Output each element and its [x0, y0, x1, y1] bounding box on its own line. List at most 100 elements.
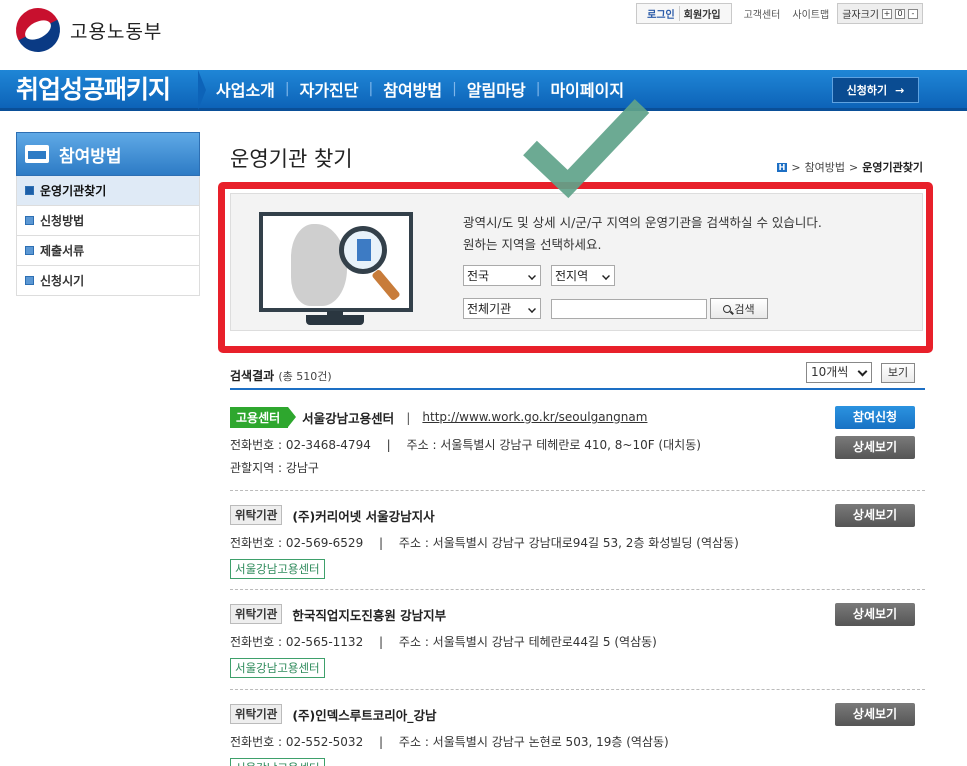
- sub-nav-item-documents[interactable]: 제출서류: [16, 236, 200, 266]
- result-item: 위탁기관 (주)인덱스루트코리아_강남 전화번호 : 02-552-5032 |…: [230, 703, 925, 766]
- sub-nav-title: 참여방법: [16, 132, 200, 176]
- chevron-down-icon: [857, 366, 868, 377]
- sitemap-link[interactable]: 사이트맵: [792, 6, 829, 21]
- sub-nav-item-label: 제출서류: [40, 244, 85, 258]
- ministry-logo[interactable]: 고용노동부: [8, 0, 163, 60]
- home-icon[interactable]: H: [776, 162, 788, 172]
- org-phone: 전화번호 : 02-565-1132: [230, 635, 364, 649]
- sub-nav: 참여방법 운영기관찾기 신청방법 제출서류 신청시기: [16, 132, 200, 296]
- detail-button[interactable]: 상세보기: [835, 703, 915, 726]
- divider: |: [406, 409, 411, 425]
- breadcrumb: H > 참여방법 > 운영기관찾기: [776, 159, 923, 175]
- breadcrumb-current: 운영기관찾기: [862, 161, 923, 174]
- arrow-right-icon: →: [895, 83, 905, 97]
- divider: |: [379, 735, 384, 749]
- org-name[interactable]: 한국직업지도진흥원 강남지부: [292, 605, 446, 624]
- member-box: 로그인 회원가입: [636, 3, 732, 24]
- results-header: 검색결과 (총 510건) 10개씩 보기: [230, 362, 925, 390]
- bullet-icon: [25, 276, 34, 285]
- font-minus-button[interactable]: -: [908, 8, 918, 19]
- sub-nav-item-how-to-apply[interactable]: 신청방법: [16, 206, 200, 236]
- org-phone: 전화번호 : 02-3468-4794: [230, 438, 371, 452]
- jobcenter-tag[interactable]: 서울강남고용센터: [230, 658, 325, 678]
- folder-icon: [25, 145, 49, 163]
- font-size-label: 글자크기: [842, 10, 879, 21]
- detail-button[interactable]: 상세보기: [835, 436, 915, 459]
- org-name[interactable]: 서울강남고용센터: [302, 408, 394, 427]
- result-title-row: 위탁기관 (주)커리어넷 서울강남지사: [230, 504, 925, 526]
- result-divider: [230, 589, 925, 590]
- org-url-link[interactable]: http://www.work.go.kr/seoulgangnam: [422, 410, 647, 424]
- page: 고용노동부 로그인 회원가입 고객센터 사이트맵 글자크기 + 0 - 취업성공…: [0, 0, 967, 766]
- result-item: 위탁기관 한국직업지도진흥원 강남지부 전화번호 : 02-565-1132 |…: [230, 603, 925, 678]
- utility-menu: 로그인 회원가입 고객센터 사이트맵 글자크기 + 0 -: [636, 3, 923, 24]
- menu-item-how-to-join[interactable]: 참여방법: [373, 77, 452, 101]
- breadcrumb-separator: >: [791, 160, 801, 174]
- result-title-row: 위탁기관 한국직업지도진흥원 강남지부: [230, 603, 925, 625]
- sub-nav-item-apply-period[interactable]: 신청시기: [16, 266, 200, 296]
- menu-item-self-check[interactable]: 자가진단: [290, 77, 369, 101]
- font-plus-button[interactable]: +: [882, 8, 892, 19]
- org-phone: 전화번호 : 02-552-5032: [230, 735, 364, 749]
- result-divider: [230, 490, 925, 491]
- login-link[interactable]: 로그인: [643, 6, 680, 21]
- view-button[interactable]: 보기: [881, 363, 915, 383]
- result-item: 고용센터 서울강남고용센터 | http://www.work.go.kr/se…: [230, 406, 925, 476]
- org-type-badge: 위탁기관: [230, 604, 283, 624]
- sub-nav-item-label: 신청방법: [40, 214, 85, 228]
- sub-nav-item-label: 신청시기: [40, 274, 85, 288]
- ministry-name: 고용노동부: [70, 20, 163, 43]
- org-type-badge: 위탁기관: [230, 505, 283, 525]
- customer-center-link[interactable]: 고객센터: [744, 6, 781, 21]
- org-address: 주소 : 서울특별시 강남구 테헤란로 410, 8~10F (대치동): [406, 438, 701, 452]
- divider: |: [379, 635, 384, 649]
- org-contact: 전화번호 : 02-3468-4794 | 주소 : 서울특별시 강남구 테헤란…: [230, 436, 925, 453]
- org-type-badge: 위탁기관: [230, 704, 283, 724]
- org-name[interactable]: (주)인덱스루트코리아_강남: [292, 705, 436, 724]
- result-item: 위탁기관 (주)커리어넷 서울강남지사 전화번호 : 02-569-6529 |…: [230, 504, 925, 579]
- page-title: 운영기관 찾기: [230, 147, 353, 171]
- org-address: 주소 : 서울특별시 강남구 테헤란로44길 5 (역삼동): [398, 635, 657, 649]
- org-contact: 전화번호 : 02-569-6529 | 주소 : 서울특별시 강남구 강남대로…: [230, 534, 925, 551]
- brand-title[interactable]: 취업성공패키지: [0, 70, 206, 110]
- result-divider: [230, 689, 925, 690]
- menu-item-about[interactable]: 사업소개: [206, 77, 285, 101]
- sub-nav-title-text: 참여방법: [59, 146, 122, 167]
- org-jurisdiction: 관할지역 : 강남구: [230, 461, 319, 475]
- jobcenter-tag[interactable]: 서울강남고용센터: [230, 758, 325, 766]
- org-contact: 전화번호 : 02-565-1132 | 주소 : 서울특별시 강남구 테헤란로…: [230, 633, 925, 650]
- per-page-value: 10개씩: [811, 365, 849, 379]
- per-page-select[interactable]: 10개씩: [806, 362, 872, 383]
- bullet-icon: [25, 186, 34, 195]
- result-title-row: 고용센터 서울강남고용센터 | http://www.work.go.kr/se…: [230, 406, 925, 428]
- taegeuk-emblem-icon: [8, 0, 68, 60]
- jobcenter-tag[interactable]: 서울강남고용센터: [230, 559, 325, 579]
- breadcrumb-parent[interactable]: 참여방법: [805, 159, 845, 175]
- divider: |: [386, 438, 391, 452]
- divider: |: [379, 536, 384, 550]
- apply-button[interactable]: 신청하기 →: [832, 77, 919, 103]
- result-title-row: 위탁기관 (주)인덱스루트코리아_강남: [230, 703, 925, 725]
- org-address: 주소 : 서울특별시 강남구 강남대로94길 53, 2층 화성빌딩 (역삼동): [398, 536, 739, 550]
- apply-participation-button[interactable]: 참여신청: [835, 406, 915, 429]
- detail-button[interactable]: 상세보기: [835, 603, 915, 626]
- apply-button-label: 신청하기: [846, 84, 888, 97]
- org-name[interactable]: (주)커리어넷 서울강남지사: [292, 506, 434, 525]
- bullet-icon: [25, 216, 34, 225]
- bullet-icon: [25, 246, 34, 255]
- font-reset-button[interactable]: 0: [895, 8, 905, 19]
- join-link[interactable]: 회원가입: [680, 6, 725, 21]
- checkmark-icon: [523, 99, 650, 199]
- org-type-badge: 고용센터: [230, 406, 297, 428]
- sub-nav-item-find-org[interactable]: 운영기관찾기: [16, 176, 200, 206]
- org-phone: 전화번호 : 02-569-6529: [230, 536, 364, 550]
- sub-nav-item-label: 운영기관찾기: [40, 184, 107, 198]
- org-contact: 전화번호 : 02-552-5032 | 주소 : 서울특별시 강남구 논현로 …: [230, 733, 925, 750]
- breadcrumb-separator: >: [849, 160, 859, 174]
- detail-button[interactable]: 상세보기: [835, 504, 915, 527]
- highlight-box: [218, 182, 933, 353]
- results-label-text: 검색결과: [230, 369, 275, 383]
- results-count: (총 510건): [278, 370, 332, 383]
- global-nav: 취업성공패키지 사업소개 | 자가진단 | 참여방법 | 알림마당 | 마이페이…: [0, 70, 967, 111]
- org-address: 주소 : 서울특별시 강남구 논현로 503, 19층 (역삼동): [398, 735, 669, 749]
